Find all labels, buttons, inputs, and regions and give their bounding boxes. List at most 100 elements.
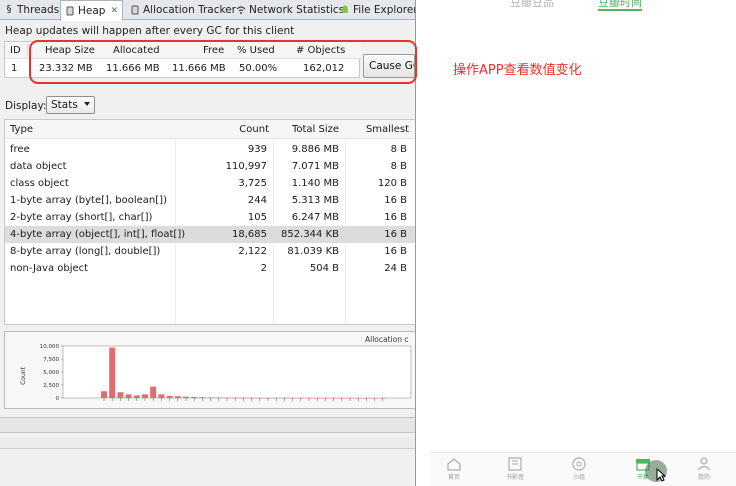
heap-summary-table: ID Heap Size Allocated Free % Used # Obj… — [4, 41, 361, 78]
table-row[interactable]: 2-byte array (short[], char[]) 105 6.247 M… — [5, 209, 415, 226]
cell-type: 1-byte array (byte[], boolean[]) — [10, 195, 167, 206]
bar — [158, 394, 165, 398]
cell-total-size: 7.071 MB — [291, 161, 339, 172]
heap-icon — [65, 6, 75, 16]
nav-item-group[interactable]: 小组 — [559, 457, 599, 486]
bar — [109, 347, 116, 398]
active-tab-underline — [598, 9, 642, 11]
bar — [191, 396, 198, 398]
y-tick-label: 5,000 — [43, 370, 59, 376]
table-row[interactable]: data object 110,997 7.071 MB 8 B — [5, 158, 415, 175]
ddms-panel: § Threads Heap ✕ Allocation Tracker Netw… — [0, 0, 416, 486]
cell-type: data object — [10, 161, 67, 172]
cell-type: 2-byte array (short[], char[]) — [10, 212, 153, 223]
bar — [183, 396, 189, 398]
nav-item-profile[interactable]: 我的 — [684, 457, 724, 486]
android-icon — [340, 5, 350, 15]
allocation-bar-chart: 10,000 7,500 5,000 2,500 0 Count — [20, 344, 412, 402]
status-bar — [0, 417, 415, 433]
bar — [199, 397, 206, 398]
bar — [133, 395, 140, 398]
bar — [117, 392, 124, 398]
cell-count: 939 — [247, 144, 267, 155]
cell-total-size: 6.247 MB — [291, 212, 339, 223]
mouse-cursor-icon — [656, 468, 666, 482]
cell-count: 2 — [260, 263, 267, 274]
cell-smallest: 16 B — [384, 212, 407, 223]
tab-heap[interactable]: Heap ✕ — [60, 0, 124, 21]
cell-smallest: 8 B — [390, 144, 407, 155]
bar — [215, 397, 222, 398]
nav-item-home[interactable]: 首页 — [434, 457, 474, 486]
cause-gc-button[interactable]: Cause GC — [363, 54, 415, 78]
scroll-bar[interactable] — [0, 437, 415, 449]
y-axis-label: Count — [20, 366, 27, 384]
heap-stats-table: Type Count Total Size Smallest free 939 9.… — [4, 119, 415, 325]
cell-type: class object — [10, 178, 69, 189]
col-objects: # Objects — [296, 45, 346, 56]
col-heap-size: Heap Size — [45, 45, 95, 56]
table-row[interactable]: free 939 9.886 MB 8 B — [5, 141, 415, 158]
heap-update-message: Heap updates will happen after every GC … — [5, 25, 295, 37]
nav-item-media[interactable]: 书影音 — [495, 457, 535, 486]
bar — [150, 386, 157, 398]
phone-bottom-nav: 首页 书影音 小组 市集 我的 — [430, 452, 736, 486]
bar — [101, 391, 107, 398]
cell-type: free — [10, 144, 30, 155]
col-allocated: Allocated — [113, 45, 160, 56]
y-tick-label: 2,500 — [43, 383, 59, 389]
allocation-icon — [130, 5, 140, 15]
tab-network-statistics[interactable]: Network Statistics — [232, 0, 348, 20]
col-count[interactable]: Count — [239, 124, 269, 135]
cell-total-size: 5.313 MB — [291, 195, 339, 206]
col-id: ID — [10, 45, 21, 56]
tab-file-explorer[interactable]: File Explorer — [336, 0, 415, 20]
cell-count: 3,725 — [238, 178, 267, 189]
cell-total-size: 852.344 KB — [281, 229, 339, 240]
col-type[interactable]: Type — [10, 124, 33, 135]
cell-smallest: 24 B — [384, 263, 407, 274]
close-icon[interactable]: ✕ — [110, 6, 118, 16]
table-row[interactable]: non-Java object 2 504 B 24 B — [5, 260, 415, 277]
allocation-chart: Allocation c 10,000 7,500 5,000 2,500 0 Count — [4, 331, 415, 409]
profile-icon — [697, 457, 711, 471]
group-icon — [572, 457, 586, 471]
cell-total-size: 504 B — [309, 263, 339, 274]
home-icon — [447, 458, 461, 471]
cell-smallest: 8 B — [390, 161, 407, 172]
bar — [174, 396, 181, 398]
summary-row: 1 23.332 MB 11.666 MB 11.666 MB 50.00% 1… — [11, 63, 345, 74]
table-row[interactable]: 4-byte array (object[], int[], float[]) 1… — [5, 226, 415, 243]
bar — [142, 394, 148, 398]
stats-header: Type Count Total Size Smallest — [5, 120, 415, 139]
cell-total-size: 81.039 KB — [287, 246, 339, 257]
bar — [207, 397, 214, 398]
col-smallest[interactable]: Smallest — [366, 124, 409, 135]
cell-type: 4-byte array (object[], int[], float[]) — [10, 229, 186, 240]
table-row[interactable]: class object 3,725 1.140 MB 120 B — [5, 175, 415, 192]
cell-type: non-Java object — [10, 263, 89, 274]
cell-count: 244 — [247, 195, 267, 206]
tab-threads[interactable]: § Threads — [0, 0, 63, 20]
summary-header: ID Heap Size Allocated Free % Used # Obj… — [5, 42, 361, 59]
table-row[interactable]: 1-byte array (byte[], boolean[]) 244 5.313… — [5, 192, 415, 209]
cell-type: 8-byte array (long[], double[]) — [10, 246, 161, 257]
cell-total-size: 1.140 MB — [291, 178, 339, 189]
cell-smallest: 16 B — [384, 195, 407, 206]
cell-count: 110,997 — [225, 161, 267, 172]
tab-douban-products[interactable]: 豆瓣豆品 — [510, 0, 554, 10]
y-tick-label: 10,000 — [40, 344, 60, 350]
table-row[interactable]: 8-byte array (long[], double[]) 2,122 81.0… — [5, 243, 415, 260]
bar — [166, 395, 173, 398]
y-tick-label: 0 — [56, 396, 60, 402]
cell-count: 18,685 — [232, 229, 267, 240]
display-select[interactable]: Stats — [46, 96, 95, 114]
annotation-text: 操作APP查看数值变化 — [453, 63, 582, 78]
col-total-size[interactable]: Total Size — [292, 124, 339, 135]
col-percent-used: % Used — [237, 45, 275, 56]
wifi-icon — [236, 5, 246, 15]
cell-total-size: 9.886 MB — [291, 144, 339, 155]
cell-smallest: 16 B — [384, 229, 407, 240]
tab-allocation-tracker[interactable]: Allocation Tracker — [126, 0, 240, 20]
view-tabs: § Threads Heap ✕ Allocation Tracker Netw… — [0, 0, 415, 21]
